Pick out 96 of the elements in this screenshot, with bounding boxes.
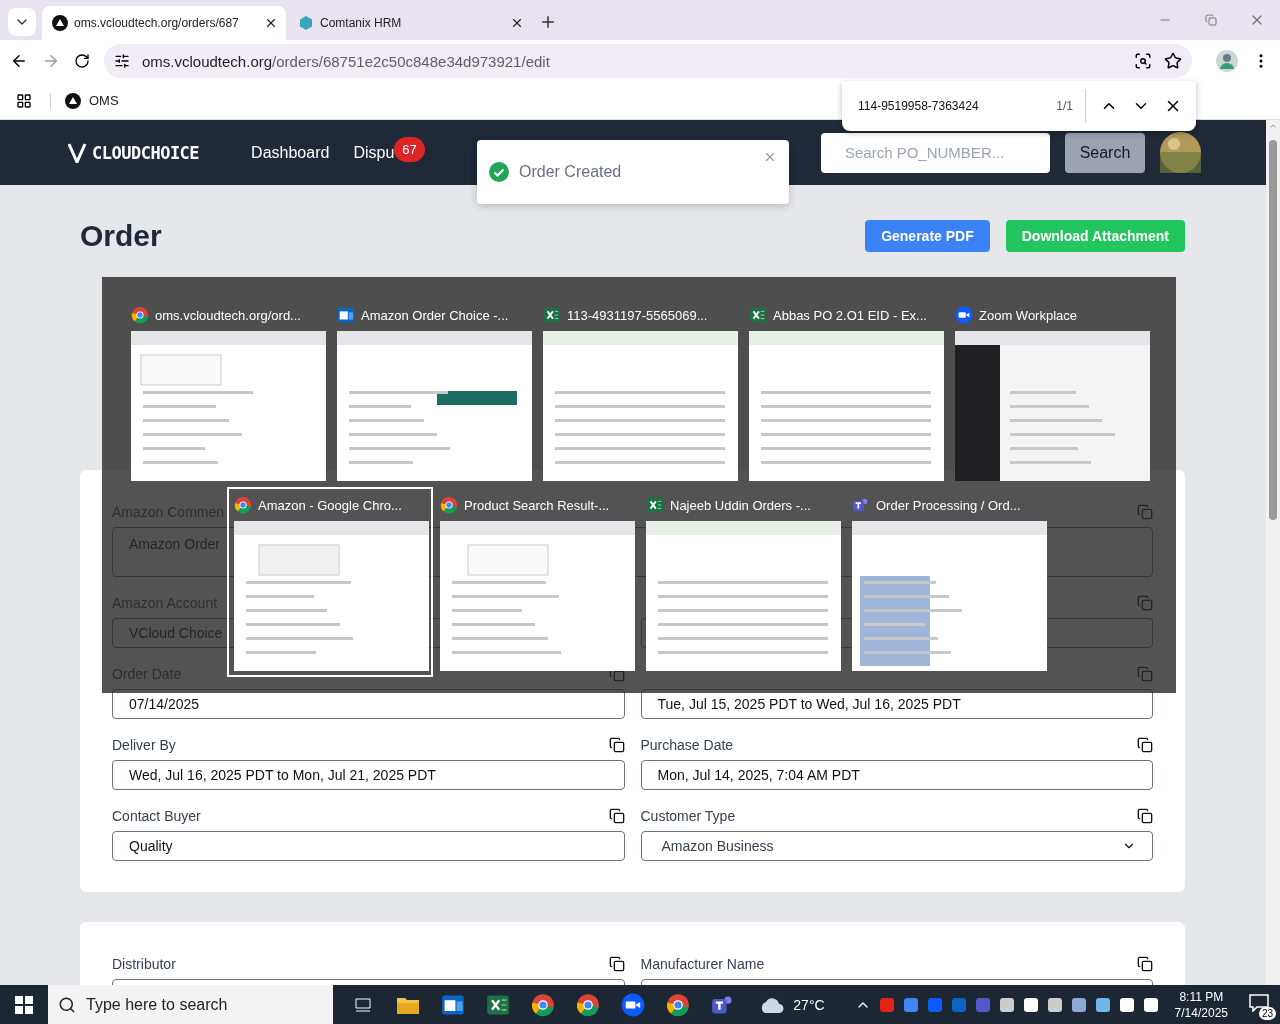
- window-title: Zoom Workplace: [979, 307, 1077, 323]
- window-thumbnail[interactable]: Amazon - Google Chro...: [227, 487, 433, 677]
- input-field[interactable]: Mon, Jul 14, 2025, 7:04 AM PDT: [640, 760, 1153, 790]
- window-thumbnail[interactable]: Zoom Workplace: [948, 297, 1154, 487]
- task-view-icon[interactable]: [354, 995, 372, 1014]
- scrollbar[interactable]: [1266, 120, 1280, 985]
- window-title: 113-4931197-5565069...: [567, 307, 708, 323]
- close-icon[interactable]: [264, 16, 278, 30]
- window-title: Order Processing / Ord...: [876, 497, 1021, 513]
- input-field[interactable]: Quality: [112, 831, 625, 861]
- forward-icon[interactable]: [42, 52, 60, 70]
- logo-text: CLOUDCHOICE: [92, 142, 200, 163]
- notification-button[interactable]: 23: [1244, 989, 1274, 1020]
- site-settings-icon[interactable]: [114, 53, 130, 69]
- mail-icon[interactable]: [441, 992, 465, 1017]
- spreadsheet-icon[interactable]: [486, 992, 510, 1017]
- scroll-up-icon[interactable]: [1269, 122, 1277, 130]
- window-thumbnail[interactable]: Abbas PO 2.O1 EID - Ex...: [742, 297, 948, 487]
- window-thumbnail[interactable]: Amazon Order Choice -...: [330, 297, 536, 487]
- window-title: Abbas PO 2.O1 EID - Ex...: [773, 307, 927, 323]
- field-label: Contact Buyer: [112, 808, 201, 824]
- check-icon: [489, 162, 509, 182]
- tab-list-button[interactable]: [8, 8, 36, 36]
- hexagon-icon: [298, 15, 314, 31]
- clock[interactable]: 8:11 PM 7/14/2025: [1174, 988, 1228, 1021]
- start-icon[interactable]: [15, 995, 33, 1014]
- star-icon[interactable]: [1164, 52, 1182, 70]
- select-field[interactable]: Amazon Business: [640, 831, 1153, 861]
- window-title: oms.vcloudtech.org/ord...: [155, 307, 301, 323]
- window-thumbnail[interactable]: Order Processing / Ord...: [845, 487, 1051, 677]
- browser-tab[interactable]: oms.vcloudtech.org/orders/687: [42, 6, 286, 40]
- match-count: 1/1: [1056, 89, 1086, 123]
- window-title: Amazon Order Choice -...: [361, 307, 509, 323]
- browser-icon: [131, 306, 149, 324]
- spreadsheet-icon: [543, 306, 561, 324]
- back-icon[interactable]: [10, 52, 28, 70]
- nav-link[interactable]: Dashboard: [251, 143, 330, 162]
- field-label: Deliver By: [112, 737, 176, 753]
- copy-icon[interactable]: [608, 808, 625, 824]
- lens-icon[interactable]: [1134, 52, 1152, 70]
- avatar[interactable]: [1216, 50, 1238, 72]
- tab-title: Comtanix HRM: [320, 16, 403, 30]
- toast-message: Order Created: [519, 163, 623, 181]
- copy-icon[interactable]: [1137, 956, 1153, 972]
- cloud-icon: [759, 996, 786, 1013]
- browser-icon: [234, 496, 252, 514]
- video-camera-icon[interactable]: [621, 992, 645, 1017]
- new-tab-icon[interactable]: [539, 13, 557, 31]
- taskbar-search[interactable]: Type here to search: [48, 985, 333, 1024]
- page-title: Order: [80, 219, 162, 253]
- window-title: Product Search Result-...: [464, 497, 610, 513]
- tray-icon[interactable]: [1022, 996, 1039, 1013]
- window-thumbnail[interactable]: Product Search Result-...: [433, 487, 639, 677]
- field-label: Customer Type: [640, 808, 736, 824]
- weather-text[interactable]: 27°C: [793, 996, 825, 1013]
- copy-icon[interactable]: [1137, 737, 1153, 753]
- tray-icon[interactable]: [1142, 996, 1159, 1013]
- copy-icon[interactable]: [608, 737, 625, 753]
- tray-icon[interactable]: [1094, 996, 1111, 1013]
- tray-icon[interactable]: [1046, 996, 1063, 1013]
- input-field[interactable]: Wed, Jul 16, 2025 PDT to Mon, Jul 21, 2025 PDT: [112, 760, 625, 790]
- bookmark-link[interactable]: OMS: [50, 92, 119, 109]
- field-label: Purchase Date: [640, 737, 734, 753]
- nav-link[interactable]: Dispu: [353, 143, 395, 162]
- tray-icon[interactable]: [1070, 996, 1087, 1013]
- search-button[interactable]: Search: [1065, 132, 1145, 173]
- action-button[interactable]: Generate PDF: [865, 220, 990, 252]
- window-thumbnail[interactable]: oms.vcloudtech.org/ord...: [124, 297, 330, 487]
- tray-icon[interactable]: [1118, 996, 1135, 1013]
- tray-icon[interactable]: [998, 996, 1015, 1013]
- copy-icon[interactable]: [1137, 808, 1153, 824]
- people-icon: [852, 496, 870, 514]
- reload-icon[interactable]: [74, 53, 90, 69]
- spreadsheet-icon: [749, 306, 767, 324]
- mail-icon: [337, 306, 355, 324]
- video-camera-icon: [955, 306, 973, 324]
- window-thumbnail[interactable]: Najeeb Uddin Orders -...: [639, 487, 845, 677]
- close-icon[interactable]: [510, 16, 524, 30]
- spreadsheet-icon: [646, 496, 664, 514]
- browser-icon[interactable]: [531, 992, 555, 1017]
- tab-title: oms.vcloudtech.org/orders/687: [74, 16, 240, 30]
- field-label: Manufacturer Name: [640, 956, 765, 972]
- copy-icon[interactable]: [608, 956, 625, 972]
- find-query[interactable]: 114-9519958-7363424: [858, 99, 1043, 113]
- browser-icon: [440, 496, 458, 514]
- window-title: Najeeb Uddin Orders -...: [670, 497, 811, 513]
- apps-icon[interactable]: [16, 92, 32, 109]
- count-badge: 67: [394, 137, 425, 162]
- window-thumbnail[interactable]: 113-4931197-5565069...: [536, 297, 742, 487]
- browser-icon[interactable]: [666, 992, 690, 1017]
- browser-tab[interactable]: Comtanix HRM: [288, 6, 532, 40]
- avatar[interactable]: [1160, 132, 1201, 173]
- search-icon: [58, 995, 76, 1014]
- window-title: Amazon - Google Chro...: [258, 497, 402, 513]
- field-label: Distributor: [112, 956, 176, 972]
- browser-icon[interactable]: [576, 992, 600, 1017]
